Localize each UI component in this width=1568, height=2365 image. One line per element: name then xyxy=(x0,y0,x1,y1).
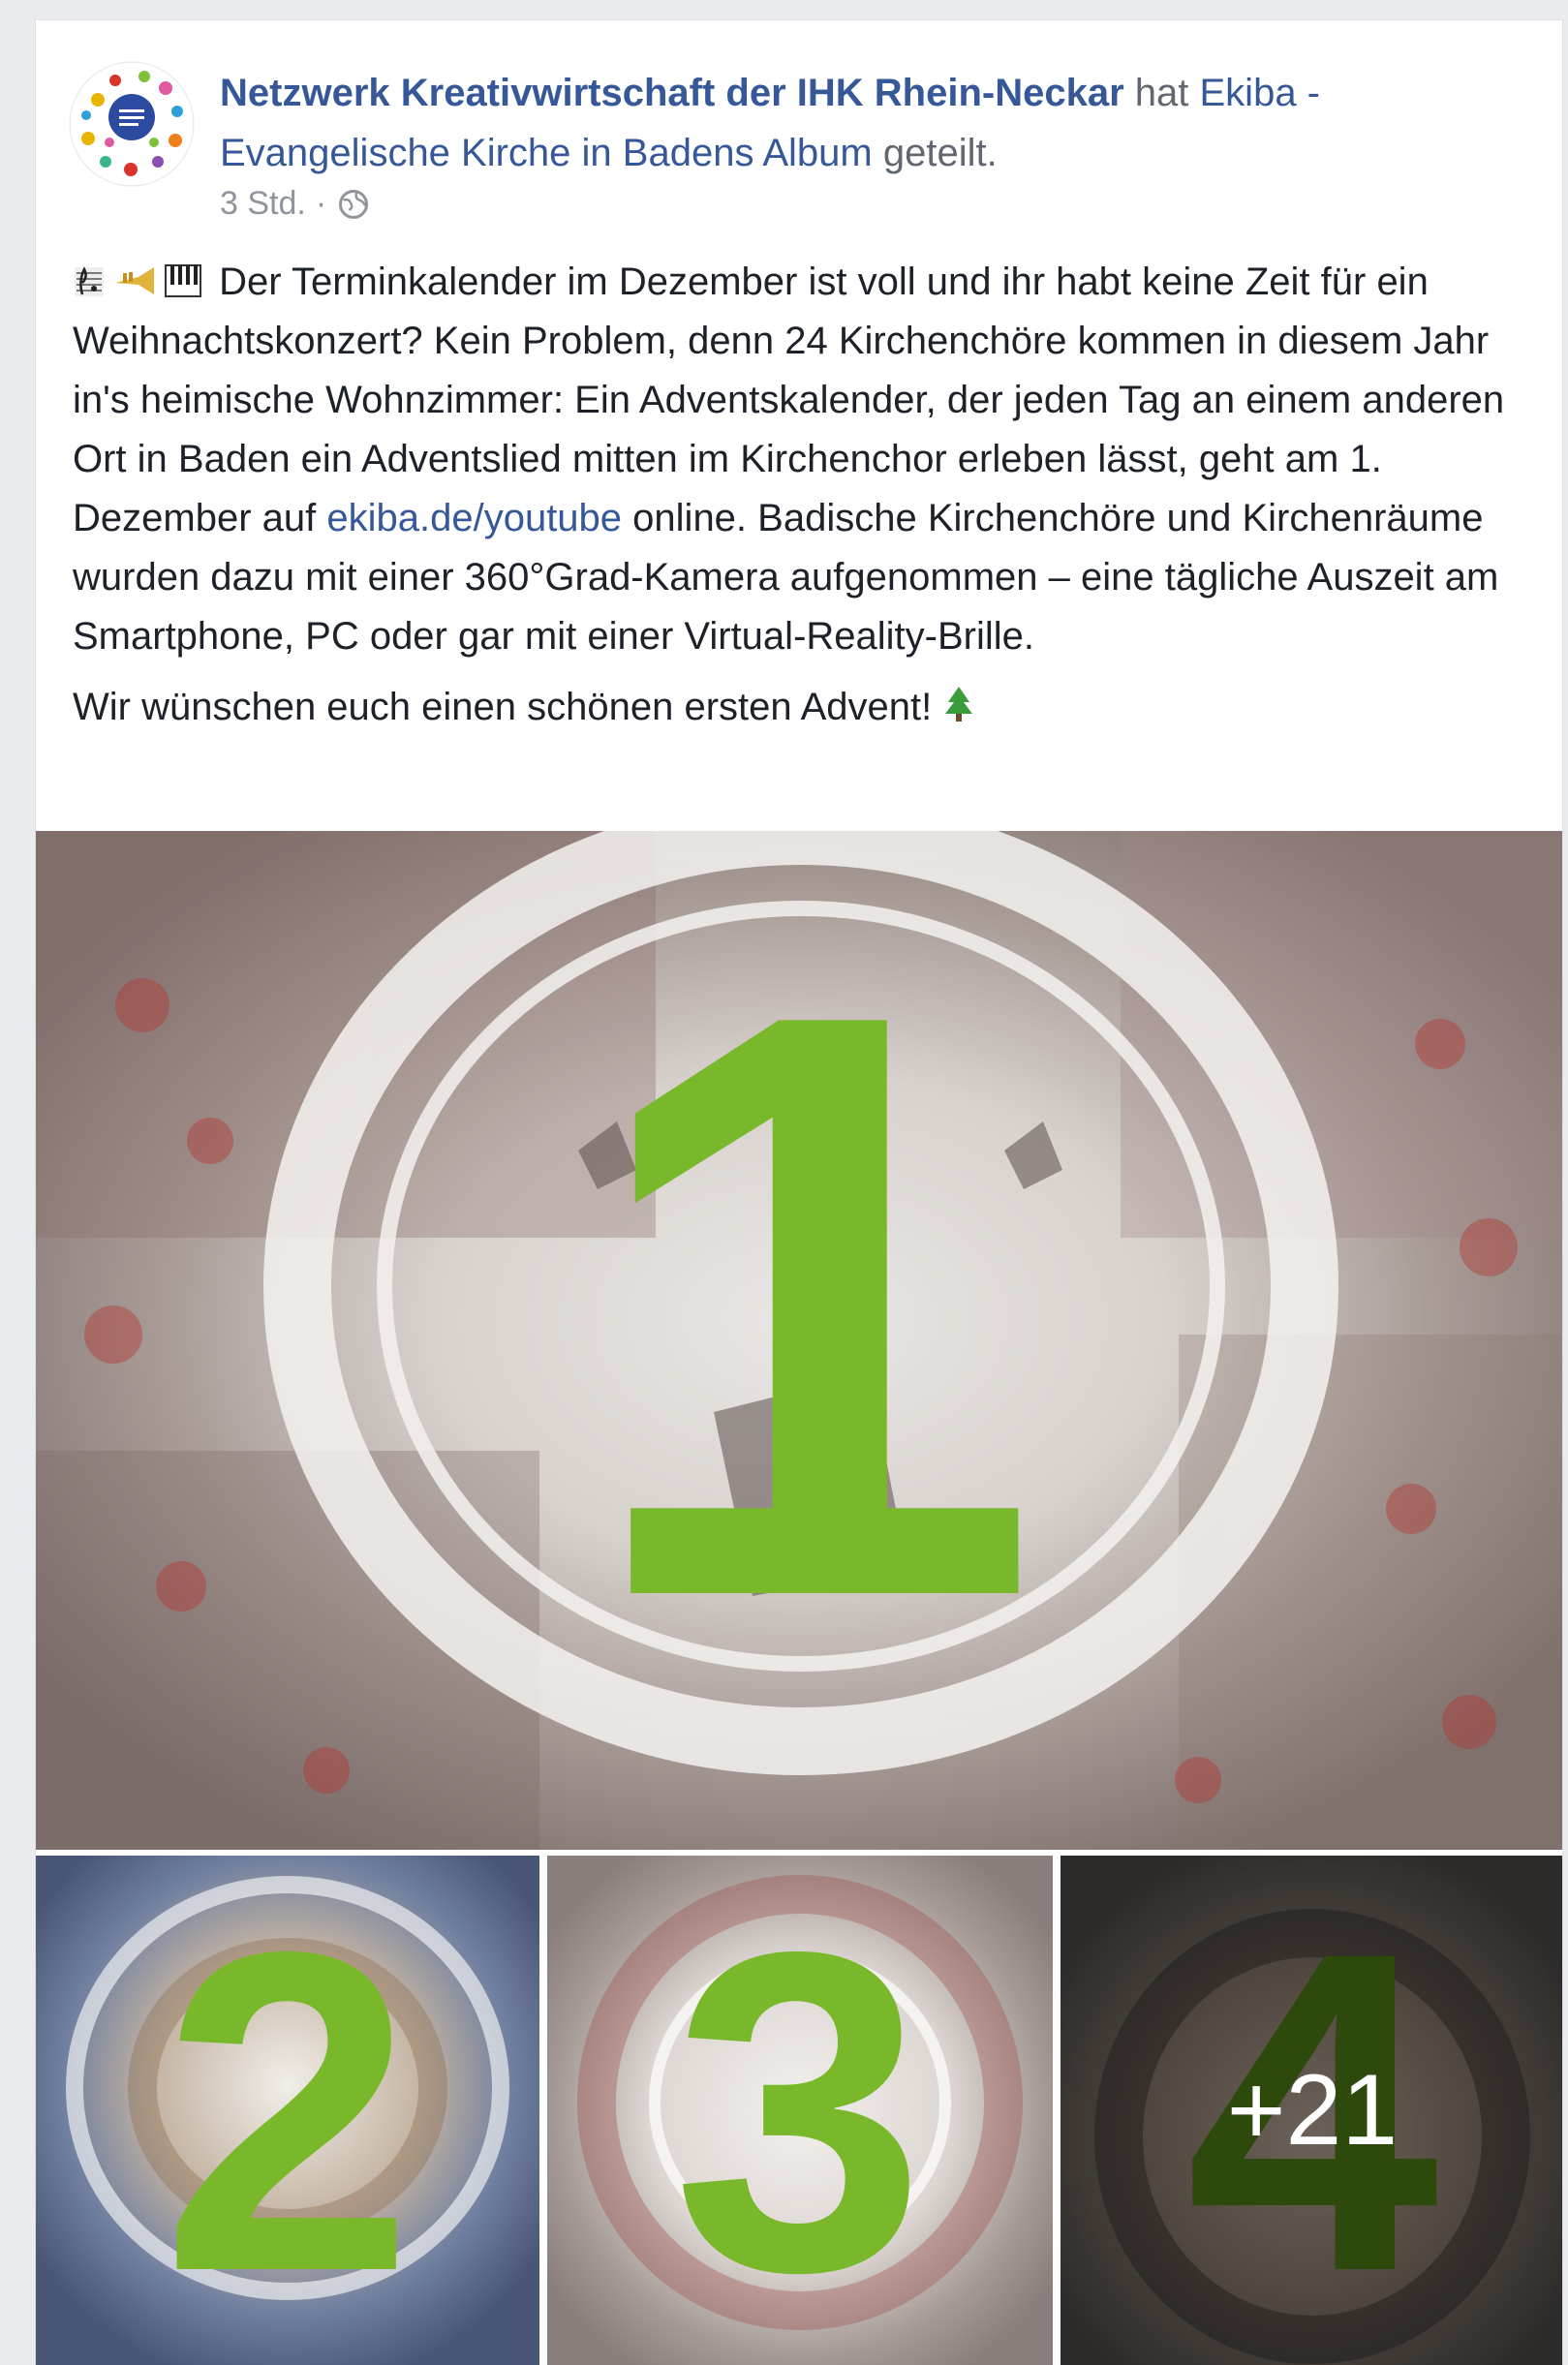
advent-number-1: 1 xyxy=(578,840,1042,1770)
action-suffix: geteilt. xyxy=(882,132,998,174)
more-photos-count: +21 xyxy=(1226,2054,1399,2166)
musical-score-icon xyxy=(73,261,106,300)
post-meta: 3 Std. · xyxy=(220,185,371,223)
advent-number-3: 3 xyxy=(672,1858,926,2365)
post-card: Netzwerk Kreativwirtschaft der IHK Rhein… xyxy=(35,19,1563,2365)
meta-separator: · xyxy=(315,185,327,222)
photo-thumb-2[interactable]: 3 xyxy=(547,1856,1053,2365)
page-avatar[interactable] xyxy=(69,61,195,187)
globe-icon[interactable] xyxy=(336,187,371,222)
tree-icon xyxy=(942,685,975,725)
album-link[interactable]: Album xyxy=(762,132,872,174)
photo-main[interactable]: 1 xyxy=(36,831,1562,1850)
youtube-link[interactable]: ekiba.de/youtube xyxy=(326,497,622,539)
author-link[interactable]: Netzwerk Kreativwirtschaft der IHK Rhein… xyxy=(220,72,1124,114)
avatar-logo-icon xyxy=(69,61,195,187)
post-text-closing: Wir wünschen euch einen schönen ersten A… xyxy=(73,686,933,728)
piano-keys-icon xyxy=(164,261,202,300)
photo-thumb-3[interactable]: 4 +21 xyxy=(1061,1856,1562,2365)
post-header: Netzwerk Kreativwirtschaft der IHK Rhein… xyxy=(220,63,1518,183)
action-prefix: hat xyxy=(1134,72,1189,114)
more-photos-overlay[interactable]: +21 xyxy=(1061,1856,1562,2365)
post-paragraph-main: Der Terminkalender im Dezember ist voll … xyxy=(73,253,1535,666)
post-body: Der Terminkalender im Dezember ist voll … xyxy=(73,253,1535,737)
trumpet-icon xyxy=(111,261,158,300)
advent-number-2: 2 xyxy=(161,1858,415,2365)
timestamp[interactable]: 3 Std. xyxy=(220,185,306,223)
photo-thumb-1[interactable]: 2 xyxy=(36,1856,539,2365)
post-paragraph-closing: Wir wünschen euch einen schönen ersten A… xyxy=(73,678,1535,737)
